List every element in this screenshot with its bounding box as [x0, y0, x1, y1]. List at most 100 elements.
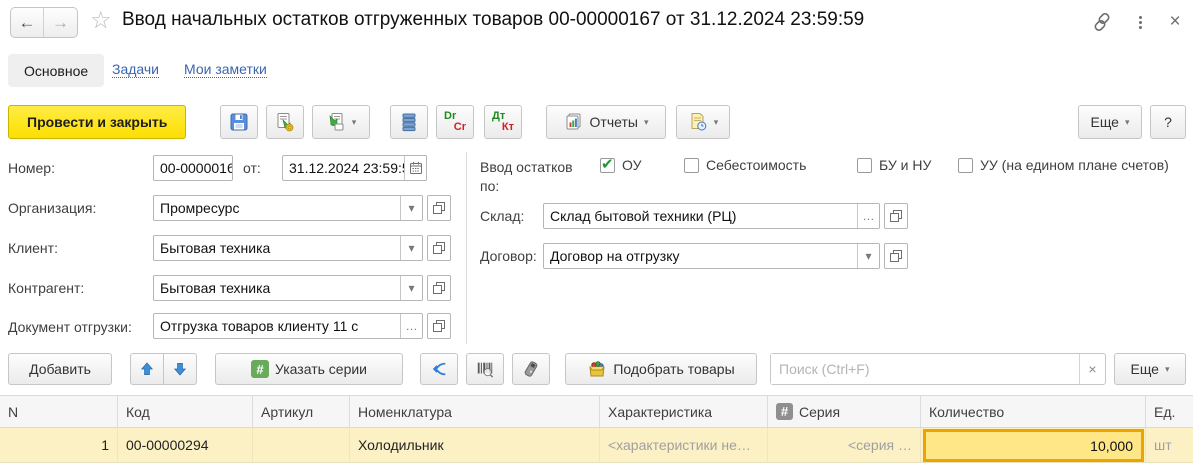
column-header-unit[interactable]: Ед.	[1146, 396, 1193, 427]
reports-label: Отчеты	[589, 114, 638, 130]
tab-notes-label: Мои заметки	[184, 61, 267, 78]
warehouse-label: Склад:	[480, 208, 525, 224]
organization-value: Промресурс	[160, 200, 240, 216]
client-open-button[interactable]	[427, 235, 451, 261]
column-header-series[interactable]: # Серия	[768, 396, 921, 427]
goods-box-icon	[589, 361, 605, 377]
more-menu-icon[interactable]	[1128, 10, 1152, 34]
data-terminal-button[interactable]	[512, 353, 550, 385]
client-field[interactable]: Бытовая техника ▾	[153, 235, 423, 261]
toolbar-more-button[interactable]: Еще ▾	[1078, 105, 1142, 139]
checkbox-ou[interactable]: ✔ ОУ	[600, 156, 641, 174]
dropdown-caret-icon[interactable]: ▾	[400, 236, 422, 260]
shipping-doc-label: Документ отгрузки:	[8, 319, 132, 335]
search-clear-icon[interactable]: ×	[1079, 354, 1105, 384]
post-and-close-button[interactable]: Провести и закрыть	[8, 105, 187, 139]
shipping-doc-open-button[interactable]	[427, 313, 451, 339]
contract-field[interactable]: Договор на отгрузку ▾	[543, 243, 880, 269]
tab-tasks-label: Задачи	[112, 61, 160, 78]
counterparty-value: Бытовая техника	[160, 280, 271, 296]
move-down-button[interactable]	[163, 353, 197, 385]
favorite-star-icon[interactable]: ☆	[90, 6, 112, 35]
caret-down-icon: ▾	[1124, 116, 1130, 127]
column-header-characteristic[interactable]: Характеристика	[600, 396, 768, 427]
column-header-article[interactable]: Артикул	[253, 396, 350, 427]
checkbox-label: УУ (на едином плане счетов)	[980, 157, 1169, 173]
post-document-button[interactable]	[266, 105, 304, 139]
reports-button[interactable]: Отчеты ▾	[546, 105, 666, 139]
add-row-button[interactable]: Добавить	[8, 353, 112, 385]
cell-code[interactable]: 00-00000294	[118, 428, 253, 462]
barcode-search-button[interactable]	[466, 353, 504, 385]
close-icon[interactable]: ×	[1163, 10, 1187, 34]
counterparty-open-button[interactable]	[427, 275, 451, 301]
search-input[interactable]	[771, 354, 1079, 384]
caret-down-icon: ▾	[351, 116, 357, 127]
back-button[interactable]: ←	[11, 8, 44, 37]
organization-label: Организация:	[8, 200, 97, 216]
checkbox-cost[interactable]: Себестоимость	[684, 157, 806, 174]
checkbox-bu-nu[interactable]: БУ и НУ	[857, 157, 942, 174]
selected-quantity-cell[interactable]: 10,000	[923, 429, 1144, 462]
choose-ellipsis-button[interactable]: …	[400, 314, 422, 338]
move-up-button[interactable]	[130, 353, 164, 385]
dropdown-caret-icon[interactable]: ▾	[857, 244, 879, 268]
reports-icon	[566, 113, 581, 130]
tab-main[interactable]: Основное	[8, 54, 105, 87]
shipping-doc-value: Отгрузка товаров клиенту 11 с	[160, 318, 359, 334]
warehouse-open-button[interactable]	[884, 203, 908, 229]
counterparty-field[interactable]: Бытовая техника ▾	[153, 275, 423, 301]
tab-notes[interactable]: Мои заметки	[184, 61, 267, 78]
shipping-doc-field[interactable]: Отгрузка товаров клиенту 11 с …	[153, 313, 423, 339]
set-series-button[interactable]: # Указать серии	[215, 353, 403, 385]
number-value: 00-00000167	[160, 160, 232, 176]
calendar-icon[interactable]	[404, 156, 426, 180]
column-header-n[interactable]: N	[0, 396, 118, 427]
column-header-nomenclature[interactable]: Номенклатура	[350, 396, 600, 427]
open-form-icon	[890, 250, 902, 262]
number-field[interactable]: 00-00000167	[153, 155, 233, 181]
choose-ellipsis-button[interactable]: …	[857, 204, 879, 228]
date-field[interactable]: 31.12.2024 23:59:59	[282, 155, 427, 181]
barcode-icon	[477, 362, 494, 378]
cell-series[interactable]: <серия …	[768, 428, 921, 462]
warehouse-field[interactable]: Склад бытовой техники (РЦ) …	[543, 203, 880, 229]
counterparty-label: Контрагент:	[8, 280, 85, 296]
column-header-quantity[interactable]: Количество	[921, 396, 1146, 427]
cell-article[interactable]	[253, 428, 350, 462]
dropdown-caret-icon[interactable]: ▾	[400, 276, 422, 300]
organization-open-button[interactable]	[427, 195, 451, 221]
tab-tasks[interactable]: Задачи	[112, 61, 160, 78]
contract-open-button[interactable]	[884, 243, 908, 269]
cell-nomenclature[interactable]: Холодильник	[350, 428, 600, 462]
pick-goods-button[interactable]: Подобрать товары	[565, 353, 757, 385]
register-records-button[interactable]	[390, 105, 428, 139]
column-header-code[interactable]: Код	[118, 396, 253, 427]
dtkt-button[interactable]: Дт Кт	[484, 105, 522, 139]
copy-link-icon[interactable]	[1090, 10, 1114, 34]
cell-unit[interactable]: шт	[1146, 428, 1193, 462]
checkbox-uu[interactable]: УУ (на едином плане счетов)	[958, 157, 1173, 174]
drcr-button[interactable]: Dr Cr	[436, 105, 474, 139]
arrow-down-icon	[173, 363, 187, 376]
forward-button[interactable]: →	[44, 8, 77, 37]
cell-n[interactable]: 1	[0, 428, 118, 462]
create-based-on-button[interactable]: ▾	[312, 105, 370, 139]
checkbox-box: ✔	[600, 156, 615, 173]
contract-value: Договор на отгрузку	[550, 248, 680, 264]
client-label: Клиент:	[8, 240, 58, 256]
organization-field[interactable]: Промресурс ▾	[153, 195, 423, 221]
table-header: N Код Артикул Номенклатура Характеристик…	[0, 395, 1193, 428]
cell-characteristic[interactable]: <характеристики не…	[600, 428, 768, 462]
dropdown-caret-icon[interactable]: ▾	[400, 196, 422, 220]
split-row-button[interactable]	[420, 353, 458, 385]
number-label: Номер:	[8, 160, 55, 176]
search-box: ×	[770, 353, 1106, 385]
register-records-icon	[402, 113, 416, 132]
save-button[interactable]	[220, 105, 258, 139]
page-title: Ввод начальных остатков отгруженных това…	[122, 9, 865, 30]
table-more-button[interactable]: Еще ▾	[1114, 353, 1186, 385]
split-arrows-icon	[432, 362, 446, 376]
scheduled-doc-button[interactable]: ▾	[676, 105, 730, 139]
help-button[interactable]: ?	[1150, 105, 1186, 139]
